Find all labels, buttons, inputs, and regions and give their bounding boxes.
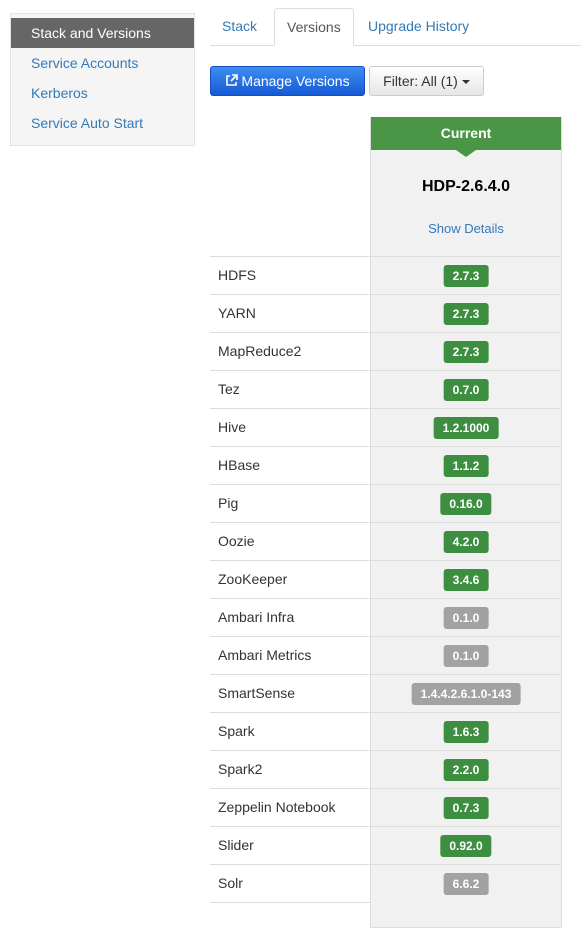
- service-name: HBase: [218, 457, 261, 473]
- table-row: Oozie 4.2.0: [210, 522, 562, 560]
- filter-dropdown[interactable]: Filter: All (1): [369, 66, 484, 96]
- service-name: Zeppelin Notebook: [218, 799, 336, 815]
- service-name: MapReduce2: [218, 343, 302, 359]
- service-name: Oozie: [218, 533, 255, 549]
- table-row: Pig 0.16.0: [210, 484, 562, 522]
- service-name: Hive: [218, 419, 247, 435]
- version-name: HDP-2.6.4.0: [421, 178, 511, 195]
- table-row: Slider 0.92.0: [210, 826, 562, 864]
- service-name: Pig: [218, 495, 239, 511]
- tab-versions[interactable]: Versions: [274, 8, 354, 46]
- table-row: MapReduce2 2.7.3: [210, 332, 562, 370]
- version-badge: 0.1.0: [443, 607, 489, 629]
- table-row: ZooKeeper 3.4.6: [210, 560, 562, 598]
- tab-bar: Stack Versions Upgrade History: [210, 8, 581, 46]
- version-badge: 1.4.4.2.6.1.0-143: [411, 683, 521, 705]
- manage-versions-button[interactable]: Manage Versions: [210, 66, 365, 96]
- filter-label: Filter: All (1): [383, 73, 458, 89]
- table-row: SmartSense 1.4.4.2.6.1.0-143: [210, 674, 562, 712]
- sidebar-item-stack-and-versions[interactable]: Stack and Versions: [11, 18, 194, 48]
- version-badge: 1.1.2: [443, 455, 489, 477]
- sidebar-item-kerberos[interactable]: Kerberos: [11, 78, 194, 108]
- service-name: SmartSense: [218, 685, 296, 701]
- service-name: ZooKeeper: [218, 571, 288, 587]
- version-badge: 3.4.6: [443, 569, 489, 591]
- table-row: Ambari Metrics 0.1.0: [210, 636, 562, 674]
- service-name: Tez: [218, 381, 240, 397]
- sidebar-item-service-accounts[interactable]: Service Accounts: [11, 48, 194, 78]
- service-name: Ambari Metrics: [218, 647, 312, 663]
- version-badge: 0.1.0: [443, 645, 489, 667]
- version-badge: 1.2.1000: [433, 417, 499, 439]
- version-badge: 0.92.0: [440, 835, 492, 857]
- version-badge: 6.6.2: [443, 873, 489, 895]
- table-row: Solr 6.6.2: [210, 864, 562, 902]
- sidebar-item-service-auto-start[interactable]: Service Auto Start: [11, 108, 194, 138]
- table-row: Hive 1.2.1000: [210, 408, 562, 446]
- table-bottom-divider: [210, 902, 370, 903]
- version-badge: 0.7.3: [443, 797, 489, 819]
- current-version-header: Current: [371, 117, 561, 157]
- tab-upgrade-history[interactable]: Upgrade History: [356, 8, 481, 46]
- version-badge: 4.2.0: [443, 531, 489, 553]
- table-row: HDFS 2.7.3: [210, 256, 562, 294]
- admin-sidebar: Stack and Versions Service Accounts Kerb…: [10, 13, 195, 146]
- service-name: Slider: [218, 837, 254, 853]
- table-row: Spark 1.6.3: [210, 712, 562, 750]
- manage-versions-label: Manage Versions: [241, 73, 350, 89]
- service-name: HDFS: [218, 267, 257, 283]
- service-name: Ambari Infra: [218, 609, 295, 625]
- table-row: YARN 2.7.3: [210, 294, 562, 332]
- version-badge: 2.7.3: [443, 303, 489, 325]
- table-row: Zeppelin Notebook 0.7.3: [210, 788, 562, 826]
- table-row: HBase 1.1.2: [210, 446, 562, 484]
- table-row: Spark2 2.2.0: [210, 750, 562, 788]
- table-row: Tez 0.7.0: [210, 370, 562, 408]
- version-badge: 2.7.3: [443, 265, 489, 287]
- show-details-link[interactable]: Show Details: [371, 221, 561, 236]
- table-row: Ambari Infra 0.1.0: [210, 598, 562, 636]
- services-table: HDFS 2.7.3 YARN 2.7.3 MapReduce2 2.7.3 Tez 0.7.…: [210, 256, 562, 902]
- external-link-icon: [226, 74, 239, 86]
- version-badge: 2.2.0: [443, 759, 489, 781]
- service-name: Spark: [218, 723, 255, 739]
- tab-stack[interactable]: Stack: [210, 8, 269, 46]
- version-badge: 0.16.0: [440, 493, 492, 515]
- version-badge: 1.6.3: [443, 721, 489, 743]
- current-status-label: Current: [440, 125, 492, 141]
- version-badge: 2.7.3: [443, 341, 489, 363]
- service-name: Spark2: [218, 761, 263, 777]
- version-badge: 0.7.0: [443, 379, 489, 401]
- service-name: YARN: [218, 305, 256, 321]
- service-name: Solr: [218, 875, 243, 891]
- caret-down-icon: [461, 80, 470, 85]
